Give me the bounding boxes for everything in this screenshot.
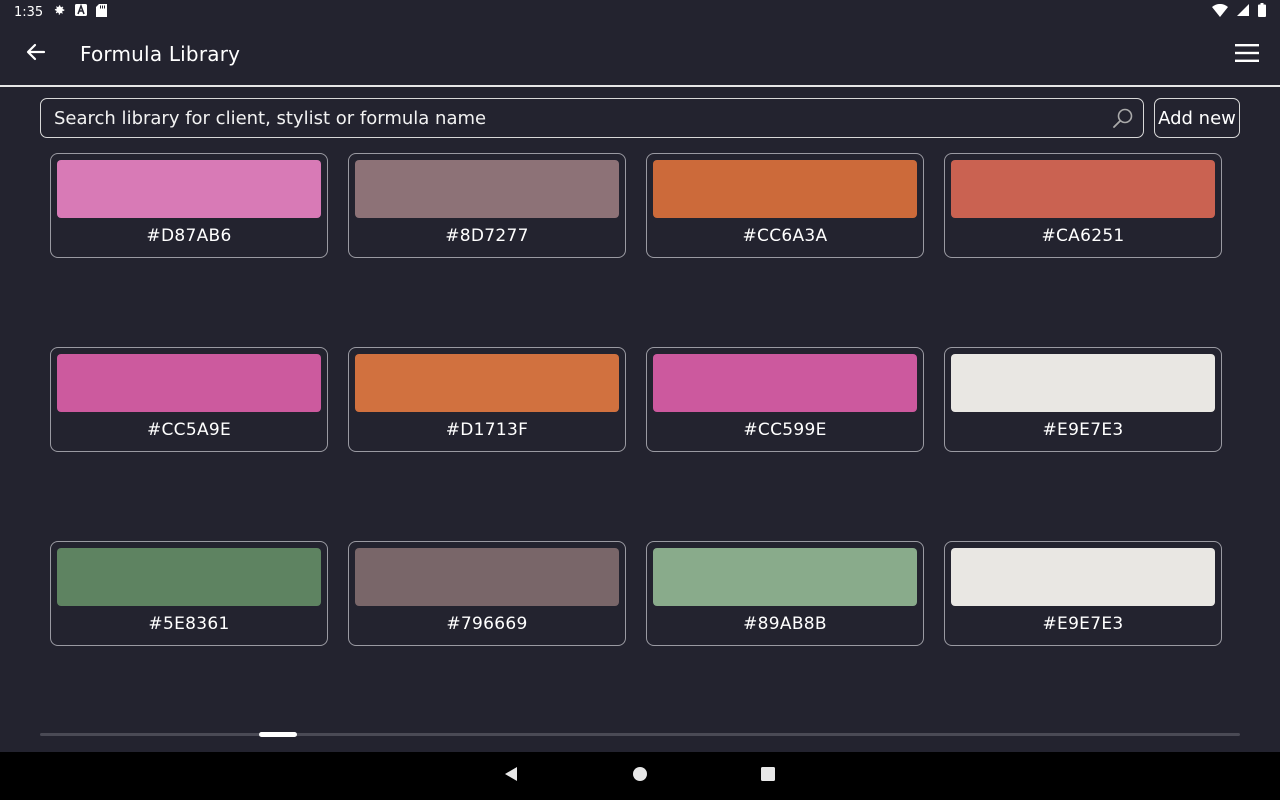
page-title: Formula Library [80,42,241,66]
formula-card[interactable]: #CC6A3A [646,153,924,258]
back-button[interactable] [20,38,52,70]
color-swatch [355,548,619,606]
triangle-back-icon [503,766,519,786]
status-bar-right [1212,3,1266,21]
formula-card[interactable]: #E9E7E3 [944,347,1222,452]
color-swatch [653,548,917,606]
color-swatch [653,354,917,412]
color-swatch [355,354,619,412]
screen: 1:35 Formula Library Search library for … [0,0,1280,800]
color-swatch [951,548,1215,606]
color-code: #CC599E [743,420,827,440]
color-swatch [57,160,321,218]
color-code: #CC5A9E [146,420,232,440]
formula-card[interactable]: #89AB8B [646,541,924,646]
color-code: #CC6A3A [742,226,828,246]
color-code: #D1713F [445,420,529,440]
color-code: #8D7277 [445,226,529,246]
formula-card[interactable]: #5E8361 [50,541,328,646]
formula-card[interactable]: #8D7277 [348,153,626,258]
navigation-bar [0,752,1280,800]
circle-home-icon [632,766,648,786]
color-code: #D87AB6 [146,226,232,246]
search-input[interactable] [41,99,1111,137]
battery-icon [1258,3,1266,21]
color-swatch [57,354,321,412]
status-time: 1:35 [14,4,44,20]
formula-card[interactable]: #D1713F [348,347,626,452]
square-recents-icon [760,766,776,786]
app-bar: Formula Library [0,24,1280,87]
horizontal-scrollbar[interactable] [40,732,1240,737]
formula-card[interactable]: #CC5A9E [50,347,328,452]
color-code: #E9E7E3 [1042,614,1124,634]
formula-card[interactable]: #CC599E [646,347,924,452]
status-bar: 1:35 [0,0,1280,24]
color-code: #CA6251 [1041,226,1125,246]
add-new-button[interactable]: Add new [1154,98,1240,138]
color-swatch [653,160,917,218]
color-code: #E9E7E3 [1042,420,1124,440]
formula-card[interactable]: #CA6251 [944,153,1222,258]
settings-icon [52,3,66,21]
formula-card[interactable]: #D87AB6 [50,153,328,258]
color-code: #796669 [446,614,528,634]
color-swatch [57,548,321,606]
status-bar-left: 1:35 [14,3,108,21]
formula-grid: #D87AB6 #8D7277 #CC6A3A #CA6251 #CC5A9E … [50,153,1222,646]
menu-button[interactable] [1230,38,1264,72]
signal-icon [1237,4,1249,20]
color-code: #5E8361 [148,614,230,634]
sd-card-icon [96,3,108,21]
color-code: #89AB8B [743,614,827,634]
search-icon[interactable] [1111,106,1135,130]
nav-recents-button[interactable] [756,764,780,788]
formula-card[interactable]: #796669 [348,541,626,646]
formula-card[interactable]: #E9E7E3 [944,541,1222,646]
nav-home-button[interactable] [628,764,652,788]
wifi-icon [1212,3,1228,21]
hamburger-menu-icon [1235,43,1259,67]
scrollbar-thumb[interactable] [259,732,297,737]
search-box [40,98,1144,138]
a-notification-icon [75,3,88,20]
nav-back-button[interactable] [499,764,523,788]
color-swatch [951,354,1215,412]
arrow-left-icon [26,42,46,66]
color-swatch [951,160,1215,218]
color-swatch [355,160,619,218]
